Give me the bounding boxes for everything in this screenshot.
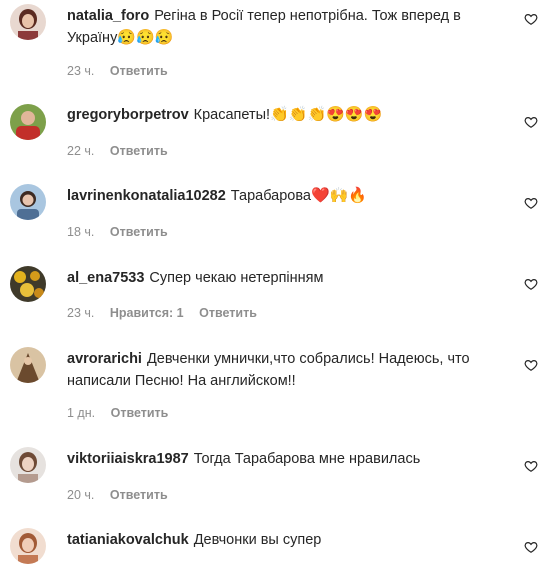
avatar[interactable]: [10, 528, 46, 564]
comment-time[interactable]: 23 ч.: [67, 306, 94, 320]
emoji-group: 😥😥😥: [117, 29, 174, 46]
comment-meta: 23 ч. Нравится: 1 Ответить: [67, 306, 269, 320]
comment-body: Супер чекаю нетерпінням: [149, 270, 324, 286]
comment-text: viktoriiaiskra1987 Тогда Тарабарова мне н…: [67, 448, 507, 470]
reply-button[interactable]: Ответить: [110, 144, 168, 158]
reply-button[interactable]: Ответить: [199, 306, 257, 320]
comment-time[interactable]: 22 ч.: [67, 144, 94, 158]
comment-body: Тогда Тарабарова мне нравилась: [193, 451, 421, 467]
avatar-image: [10, 184, 46, 220]
comment-text: lavrinenkonatalia10282 Тарабарова❤️🙌🔥: [67, 185, 507, 207]
comment-text: avrorarichi Девченки умнички,что собралис…: [67, 348, 507, 392]
avatar[interactable]: [10, 104, 46, 140]
comment-body: Красапеты!: [193, 107, 271, 123]
reply-button[interactable]: Ответить: [110, 488, 168, 502]
comment-time[interactable]: 1 дн.: [67, 406, 95, 420]
reply-button[interactable]: Ответить: [110, 64, 168, 78]
comment-meta: 22 ч. Ответить: [67, 144, 180, 158]
comment-username[interactable]: tatianiakovalchuk: [67, 532, 189, 548]
avatar-image: [10, 447, 46, 483]
comment-username[interactable]: gregoryborpetrov: [67, 107, 189, 123]
emoji-group: 👏👏👏😍😍😍: [270, 106, 383, 123]
avatar[interactable]: [10, 447, 46, 483]
reply-button[interactable]: Ответить: [110, 225, 168, 239]
heart-icon[interactable]: [524, 358, 538, 372]
comment-time[interactable]: 23 ч.: [67, 64, 94, 78]
avatar-image: [10, 266, 46, 302]
avatar[interactable]: [10, 4, 46, 40]
comment-meta: 20 ч. Ответить: [67, 488, 180, 502]
avatar-image: [10, 104, 46, 140]
comment-text: tatianiakovalchuk Девчонки вы супер: [67, 529, 507, 551]
comment-text: gregoryborpetrov Красапеты!👏👏👏😍😍😍: [67, 104, 507, 126]
avatar[interactable]: [10, 184, 46, 220]
heart-icon[interactable]: [524, 459, 538, 473]
comment-username[interactable]: al_ena7533: [67, 270, 144, 286]
comment-username[interactable]: avrorarichi: [67, 351, 142, 367]
avatar[interactable]: [10, 347, 46, 383]
reply-button[interactable]: Ответить: [111, 406, 169, 420]
heart-icon[interactable]: [524, 115, 538, 129]
comment-username[interactable]: lavrinenkonatalia10282: [67, 188, 226, 204]
avatar-image: [10, 528, 46, 564]
comment-username[interactable]: natalia_foro: [67, 8, 149, 24]
avatar-image: [10, 4, 46, 40]
avatar-image: [10, 347, 46, 383]
comment-time[interactable]: 20 ч.: [67, 488, 94, 502]
heart-icon[interactable]: [524, 540, 538, 554]
comment-body: Тарабарова: [230, 188, 311, 204]
comment-time[interactable]: 18 ч.: [67, 225, 94, 239]
comment-text: natalia_foro Регіна в Росії тепер непотрі…: [67, 5, 507, 49]
comment-username[interactable]: viktoriiaiskra1987: [67, 451, 189, 467]
emoji-group: ❤️🙌🔥: [310, 187, 367, 204]
avatar[interactable]: [10, 266, 46, 302]
comment-meta: 1 дн. Ответить: [67, 406, 180, 420]
comment-meta: 23 ч. Ответить: [67, 64, 180, 78]
heart-icon[interactable]: [524, 196, 538, 210]
heart-icon[interactable]: [524, 12, 538, 26]
comment-text: al_ena7533 Супер чекаю нетерпінням: [67, 267, 507, 289]
heart-icon[interactable]: [524, 277, 538, 291]
comment-meta: 18 ч. Ответить: [67, 225, 180, 239]
likes-count[interactable]: Нравится: 1: [110, 306, 184, 320]
comment-body: Девчонки вы супер: [193, 532, 322, 548]
